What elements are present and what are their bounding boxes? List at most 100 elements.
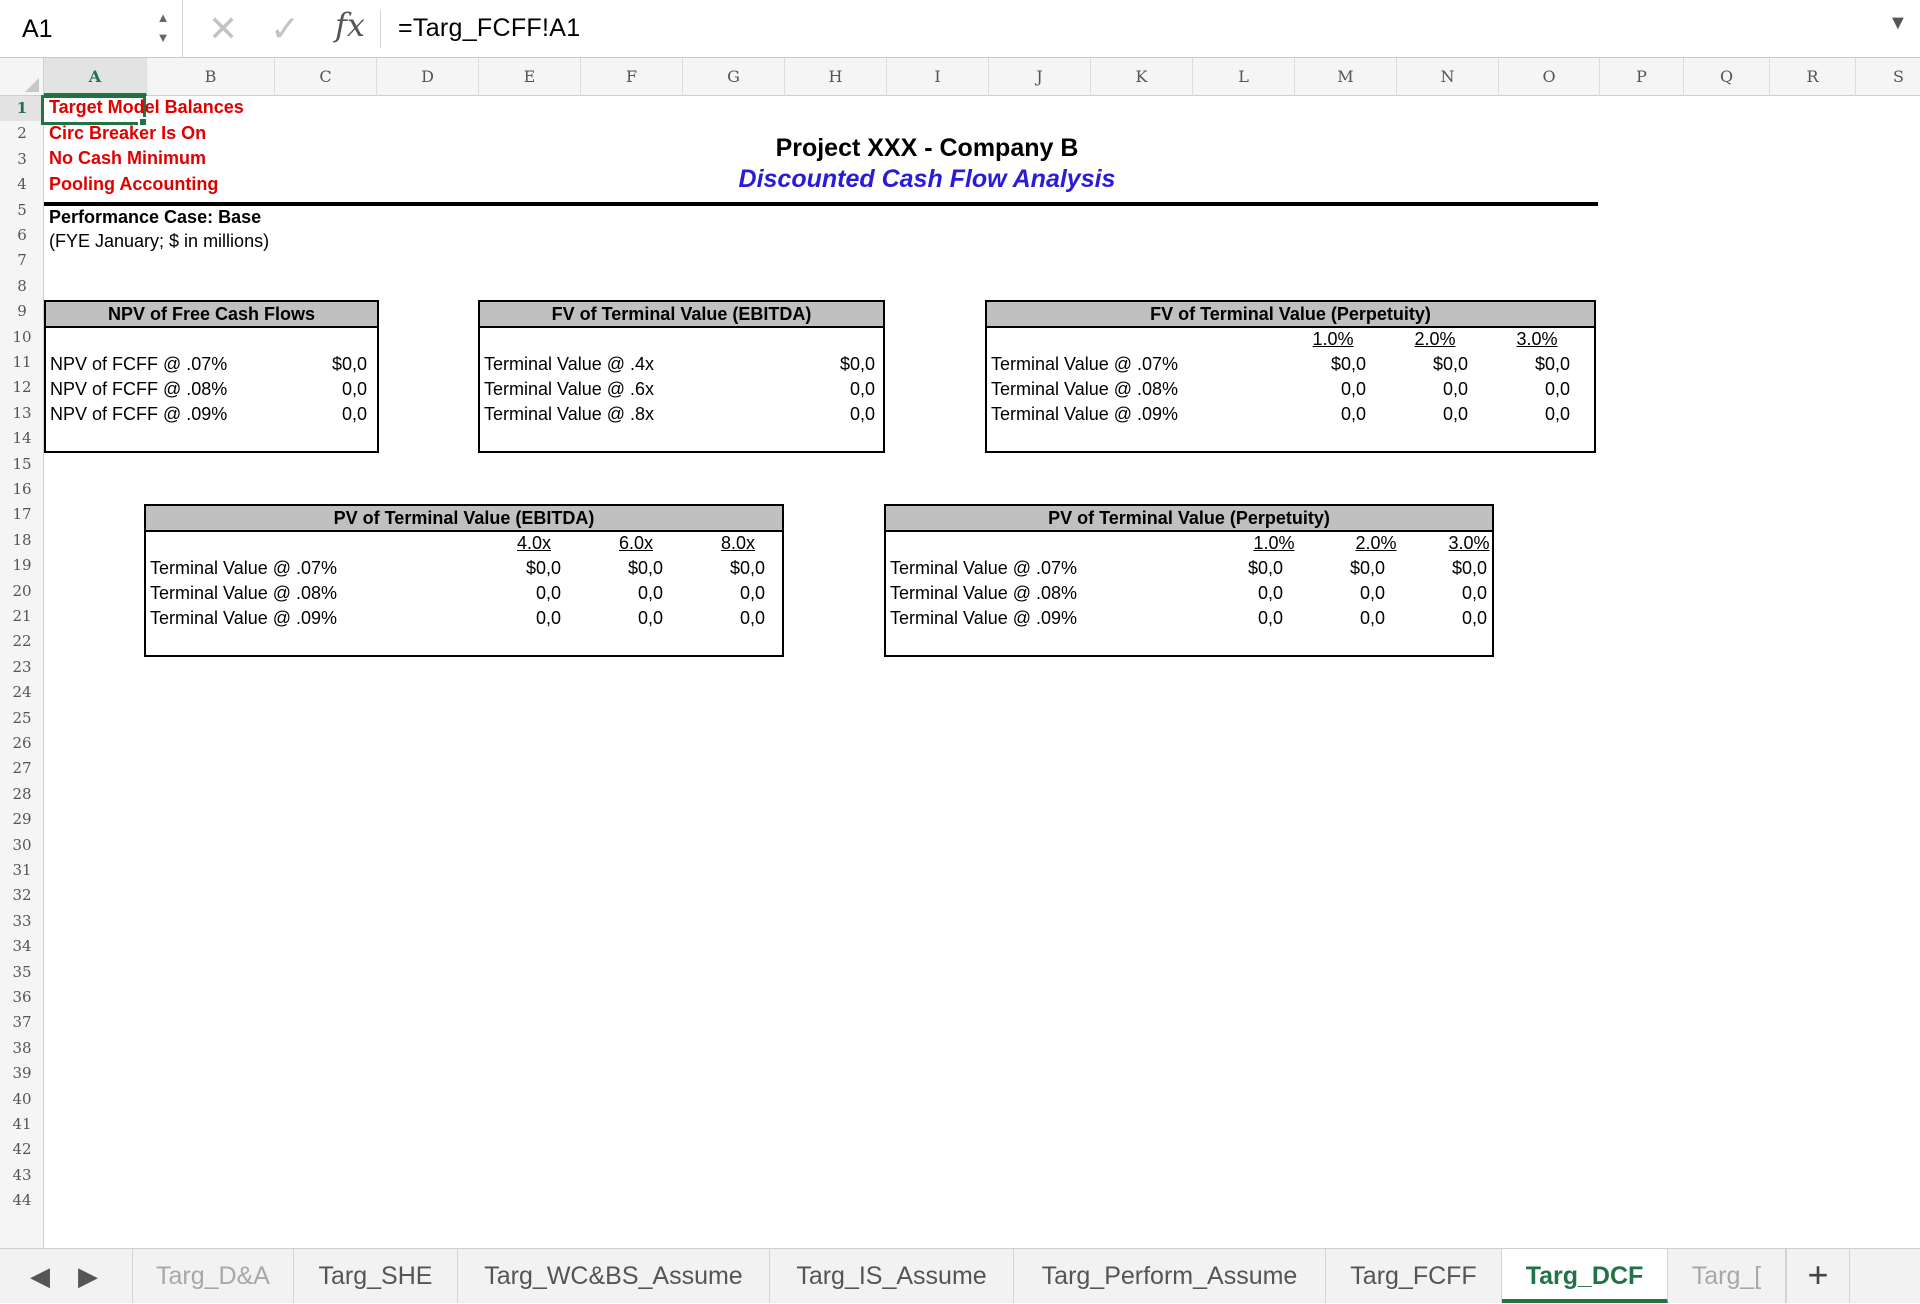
row-header[interactable]: 22 xyxy=(0,629,44,654)
row-header[interactable]: 20 xyxy=(0,579,44,604)
sheet-grid[interactable]: A B C D E F G H I J K L M N O P Q R S 12… xyxy=(0,58,1920,1248)
col-header-e[interactable]: E xyxy=(479,58,581,96)
formula-bar: A1 ▲ ▼ ✕ ✓ fx =Targ_FCFF!A1 ▼ xyxy=(0,0,1920,58)
row-header[interactable]: 27 xyxy=(0,756,44,781)
row-header[interactable]: 32 xyxy=(0,883,44,908)
col-header-c[interactable]: C xyxy=(275,58,377,96)
tab-targ-wc-bs-assume[interactable]: Targ_WC&BS_Assume xyxy=(458,1249,770,1303)
expand-formula-icon[interactable]: ▼ xyxy=(1888,12,1908,35)
row-header[interactable]: 9 xyxy=(0,299,44,324)
row-header[interactable]: 25 xyxy=(0,706,44,731)
row-header[interactable]: 43 xyxy=(0,1163,44,1188)
row-header[interactable]: 38 xyxy=(0,1036,44,1061)
row-header[interactable]: 3 xyxy=(0,147,44,172)
col-header-l[interactable]: L xyxy=(1193,58,1295,96)
row-header[interactable]: 23 xyxy=(0,655,44,680)
fv-perp-cell: 0,0 xyxy=(1544,404,1570,424)
col-header-k[interactable]: K xyxy=(1091,58,1193,96)
col-header-p[interactable]: P xyxy=(1600,58,1684,96)
pv-ebitda-cell: 0,0 xyxy=(739,608,765,628)
row-header[interactable]: 5 xyxy=(0,198,44,223)
confirm-check-icon[interactable]: ✓ xyxy=(270,8,300,50)
row-header[interactable]: 24 xyxy=(0,680,44,705)
tab-targ-dcf[interactable]: Targ_DCF xyxy=(1502,1249,1668,1303)
col-header-r[interactable]: R xyxy=(1770,58,1856,96)
pv-perp-cell: 0,0 xyxy=(1359,608,1385,628)
row-header[interactable]: 18 xyxy=(0,528,44,553)
col-header-q[interactable]: Q xyxy=(1684,58,1770,96)
row-header[interactable]: 29 xyxy=(0,807,44,832)
fv-ebitda-row-value: $0,0 xyxy=(839,354,875,374)
row-header[interactable]: 19 xyxy=(0,553,44,578)
tab-targ-is-assume[interactable]: Targ_IS_Assume xyxy=(770,1249,1014,1303)
row-header[interactable]: 10 xyxy=(0,325,44,350)
add-sheet-icon[interactable]: + xyxy=(1786,1249,1850,1303)
tab-targ-d-and-a[interactable]: Targ_D&A xyxy=(132,1249,294,1303)
row-header[interactable]: 26 xyxy=(0,731,44,756)
pv-ebitda-cell: 0,0 xyxy=(739,583,765,603)
col-header-a[interactable]: A xyxy=(44,58,147,96)
row-header[interactable]: 14 xyxy=(0,426,44,451)
row-header[interactable]: 30 xyxy=(0,833,44,858)
row-header[interactable]: 40 xyxy=(0,1087,44,1112)
tab-scroll-next-icon[interactable]: ▶ xyxy=(78,1249,98,1304)
row-header[interactable]: 33 xyxy=(0,909,44,934)
tab-targ-perform-assume[interactable]: Targ_Perform_Assume xyxy=(1014,1249,1326,1303)
tab-scroll-prev-icon[interactable]: ◀ xyxy=(30,1249,50,1304)
fv-tv-perpetuity-box: FV of Terminal Value (Perpetuity) 1.0% 2… xyxy=(985,300,1596,453)
pv-perp-col-header: 2.0% xyxy=(1355,533,1397,553)
row-header[interactable]: 6 xyxy=(0,223,44,248)
col-header-f[interactable]: F xyxy=(581,58,683,96)
row-header[interactable]: 12 xyxy=(0,375,44,400)
col-header-o[interactable]: O xyxy=(1499,58,1600,96)
select-all-corner[interactable] xyxy=(0,58,44,96)
col-header-s[interactable]: S xyxy=(1856,58,1920,96)
row-header[interactable]: 41 xyxy=(0,1112,44,1137)
col-header-h[interactable]: H xyxy=(785,58,887,96)
col-header-d[interactable]: D xyxy=(377,58,479,96)
tab-targ-fcff[interactable]: Targ_FCFF xyxy=(1326,1249,1502,1303)
cell-area[interactable]: Target Model Balances Circ Breaker Is On… xyxy=(41,95,1920,1248)
row-header[interactable]: 11 xyxy=(0,350,44,375)
row-header[interactable]: 36 xyxy=(0,985,44,1010)
pv-ebitda-cell: 0,0 xyxy=(535,608,561,628)
row-header[interactable]: 13 xyxy=(0,401,44,426)
col-header-i[interactable]: I xyxy=(887,58,989,96)
row-header[interactable]: 1 xyxy=(0,96,44,122)
row-header[interactable]: 34 xyxy=(0,934,44,959)
row-header[interactable]: 21 xyxy=(0,604,44,629)
row-header[interactable]: 2 xyxy=(0,121,44,146)
row-header[interactable]: 17 xyxy=(0,502,44,527)
row-header[interactable]: 16 xyxy=(0,477,44,502)
column-headers: A B C D E F G H I J K L M N O P Q R S xyxy=(0,58,1920,96)
row-header[interactable]: 44 xyxy=(0,1188,44,1213)
row-header[interactable]: 42 xyxy=(0,1137,44,1162)
col-header-g[interactable]: G xyxy=(683,58,785,96)
row-header[interactable]: 7 xyxy=(0,248,44,273)
pv-ebitda-row-label: Terminal Value @ .07% xyxy=(150,558,338,578)
row-header[interactable]: 39 xyxy=(0,1061,44,1086)
insert-function-icon[interactable]: fx xyxy=(335,6,365,44)
row-header[interactable]: 15 xyxy=(0,452,44,477)
col-header-n[interactable]: N xyxy=(1397,58,1499,96)
name-box-stepper-icon[interactable]: ▲ ▼ xyxy=(156,8,170,48)
sheet-subtitle: Discounted Cash Flow Analysis xyxy=(738,165,1116,193)
row-header[interactable]: 28 xyxy=(0,782,44,807)
formula-input[interactable]: =Targ_FCFF!A1 xyxy=(398,0,580,56)
cancel-icon[interactable]: ✕ xyxy=(208,8,238,50)
flag-circ-breaker: Circ Breaker Is On xyxy=(49,123,207,143)
fv-ebitda-row-value: 0,0 xyxy=(849,379,875,399)
col-header-b[interactable]: B xyxy=(147,58,275,96)
row-header[interactable]: 31 xyxy=(0,858,44,883)
row-header[interactable]: 37 xyxy=(0,1010,44,1035)
pv-ebitda-cell: $0,0 xyxy=(729,558,765,578)
col-header-j[interactable]: J xyxy=(989,58,1091,96)
pv-perp-cell: 0,0 xyxy=(1257,608,1283,628)
tab-targ-truncated[interactable]: Targ_[ xyxy=(1668,1249,1786,1303)
fv-perp-col-header: 3.0% xyxy=(1516,329,1558,349)
col-header-m[interactable]: M xyxy=(1295,58,1397,96)
row-header[interactable]: 4 xyxy=(0,172,44,197)
tab-targ-she[interactable]: Targ_SHE xyxy=(294,1249,458,1303)
row-header[interactable]: 35 xyxy=(0,960,44,985)
row-header[interactable]: 8 xyxy=(0,274,44,299)
